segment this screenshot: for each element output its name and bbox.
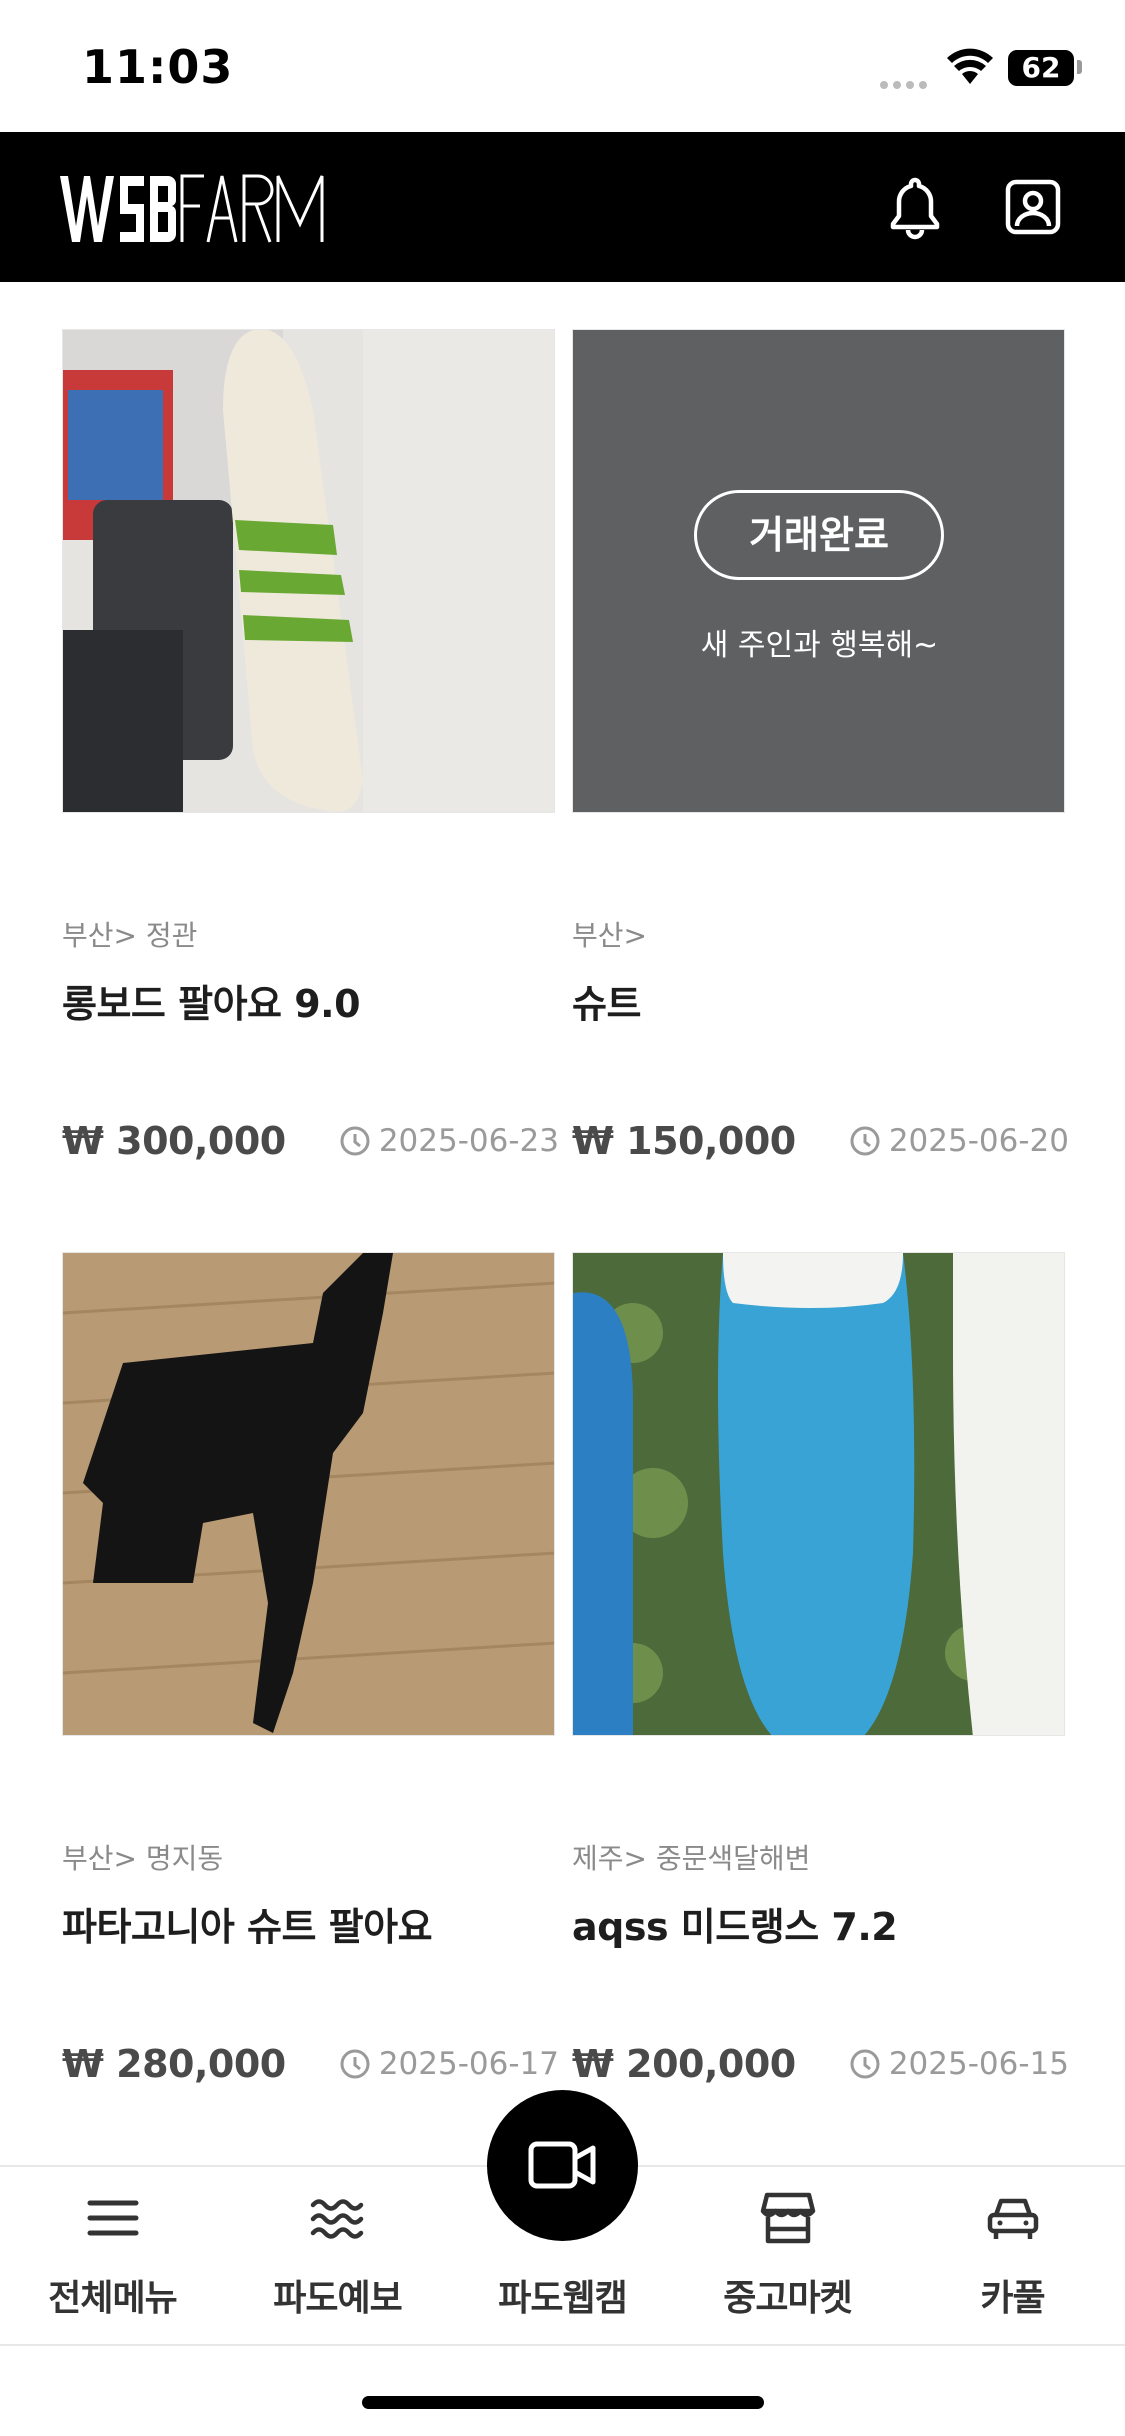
sold-subtext: 새 주인과 행복해~: [700, 628, 939, 663]
sold-overlay: 거래완료 새 주인과 행복해~: [573, 330, 1064, 812]
listing-date: 2025-06-17: [339, 2046, 559, 2082]
video-camera-icon: [528, 2141, 596, 2189]
listing-card[interactable]: 거래완료 새 주인과 행복해~ 부산> 슈트 ₩ 150,000 2025-06…: [572, 329, 1069, 1163]
listing-grid: 부산> 정관 롱보드 팔아요 9.0 ₩ 300,000 2025-06-23 …: [0, 282, 1125, 2167]
listing-date-text: 2025-06-15: [888, 2046, 1069, 2082]
webcam-button[interactable]: [487, 2090, 638, 2241]
tab-label: 카풀: [980, 2278, 1045, 2319]
sold-badge: 거래완료: [694, 490, 944, 580]
listing-date: 2025-06-20: [849, 1123, 1069, 1159]
listing-location: 부산> 정관: [62, 919, 198, 952]
battery-cap: [1077, 60, 1082, 74]
bell-icon[interactable]: [885, 174, 945, 240]
battery-icon: 62: [1008, 50, 1074, 86]
tab-label: 중고마켓: [723, 2278, 852, 2319]
listing-date-text: 2025-06-23: [378, 1123, 559, 1159]
listing-title[interactable]: aqss 미드랭스 7.2: [572, 1896, 898, 1951]
listing-price: ₩ 300,000: [62, 1119, 286, 1163]
app-header: [0, 132, 1125, 282]
listing-date-text: 2025-06-17: [378, 2046, 559, 2082]
listing-price: ₩ 200,000: [572, 2042, 796, 2086]
tab-label: 파도웹캠: [498, 2278, 627, 2319]
listing-price: ₩ 280,000: [62, 2042, 286, 2086]
listing-card[interactable]: 부산> 명지동 파타고니아 슈트 팔아요 ₩ 280,000 2025-06-1…: [62, 1252, 559, 2086]
clock-icon: [850, 2049, 880, 2079]
tab-wave-forecast[interactable]: 파도예보: [225, 2167, 450, 2348]
brand-logo[interactable]: [58, 172, 328, 244]
home-indicator: [362, 2396, 764, 2409]
listing-image-wetsuit[interactable]: [62, 1252, 555, 1736]
listing-date: 2025-06-15: [849, 2046, 1069, 2082]
clock-icon: [340, 1126, 370, 1156]
tab-label: 파도예보: [273, 2278, 402, 2319]
listing-location: 부산> 명지동: [62, 1842, 224, 1875]
car-icon: [987, 2198, 1039, 2239]
listing-image-surfboard[interactable]: [572, 1252, 1065, 1736]
listing-image-longboard[interactable]: [62, 329, 555, 813]
tab-menu[interactable]: 전체메뉴: [0, 2167, 225, 2348]
wifi-icon: [947, 48, 993, 84]
status-bar: 11:03 62: [0, 0, 1125, 132]
status-time: 11:03: [82, 40, 234, 94]
listing-image-sold[interactable]: 거래완료 새 주인과 행복해~: [572, 329, 1065, 813]
listing-location: 제주> 중문색달해변: [572, 1842, 811, 1875]
listing-date-text: 2025-06-20: [888, 1123, 1069, 1159]
listing-card[interactable]: 부산> 정관 롱보드 팔아요 9.0 ₩ 300,000 2025-06-23: [62, 329, 559, 1163]
store-icon: [760, 2192, 816, 2244]
listing-title[interactable]: 롱보드 팔아요 9.0: [62, 973, 361, 1028]
clock-icon: [340, 2049, 370, 2079]
wave-icon: [310, 2199, 364, 2239]
tab-carpool[interactable]: 카풀: [900, 2167, 1125, 2348]
profile-icon[interactable]: [1004, 178, 1062, 236]
tab-label: 전체메뉴: [48, 2278, 177, 2319]
listing-location: 부산>: [572, 919, 647, 952]
listing-price: ₩ 150,000: [572, 1119, 796, 1163]
cellular-signal-icon: [880, 74, 936, 89]
listing-date: 2025-06-23: [339, 1123, 559, 1159]
tab-used-market[interactable]: 중고마켓: [675, 2167, 900, 2348]
listing-title[interactable]: 슈트: [572, 973, 641, 1028]
listing-card[interactable]: 제주> 중문색달해변 aqss 미드랭스 7.2 ₩ 200,000 2025-…: [572, 1252, 1069, 2086]
listing-title[interactable]: 파타고니아 슈트 팔아요: [62, 1896, 433, 1951]
clock-icon: [850, 1126, 880, 1156]
menu-icon: [87, 2200, 139, 2236]
